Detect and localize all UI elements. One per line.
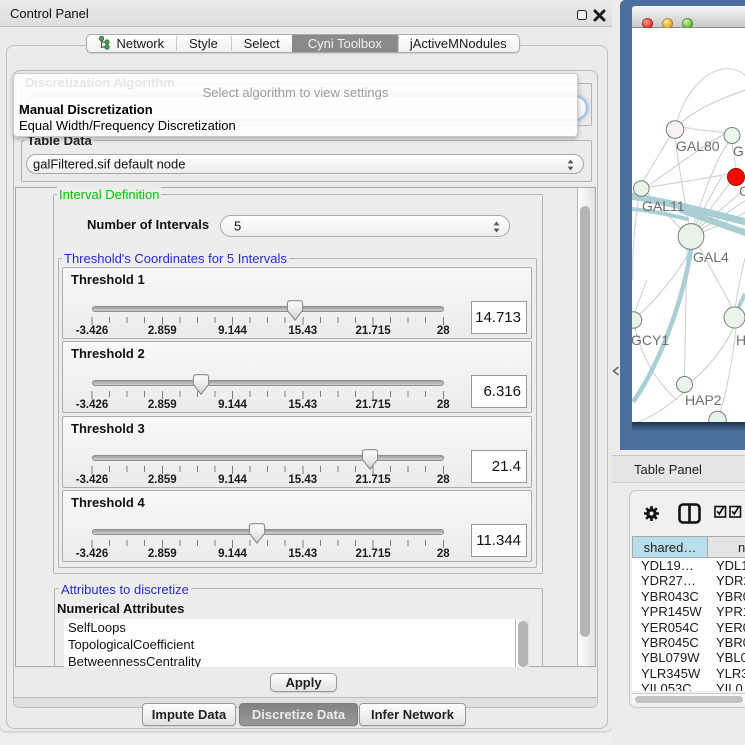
svg-text:GAL4: GAL4 bbox=[693, 249, 729, 265]
svg-text:G.: G. bbox=[733, 143, 745, 159]
svg-text:H: H bbox=[736, 332, 745, 348]
svg-text:GAL80: GAL80 bbox=[676, 138, 720, 154]
svg-text:C: C bbox=[739, 183, 745, 199]
svg-text:HAP2: HAP2 bbox=[685, 392, 722, 408]
svg-text:GCY1: GCY1 bbox=[632, 332, 669, 348]
svg-text:GAL11: GAL11 bbox=[642, 198, 685, 214]
